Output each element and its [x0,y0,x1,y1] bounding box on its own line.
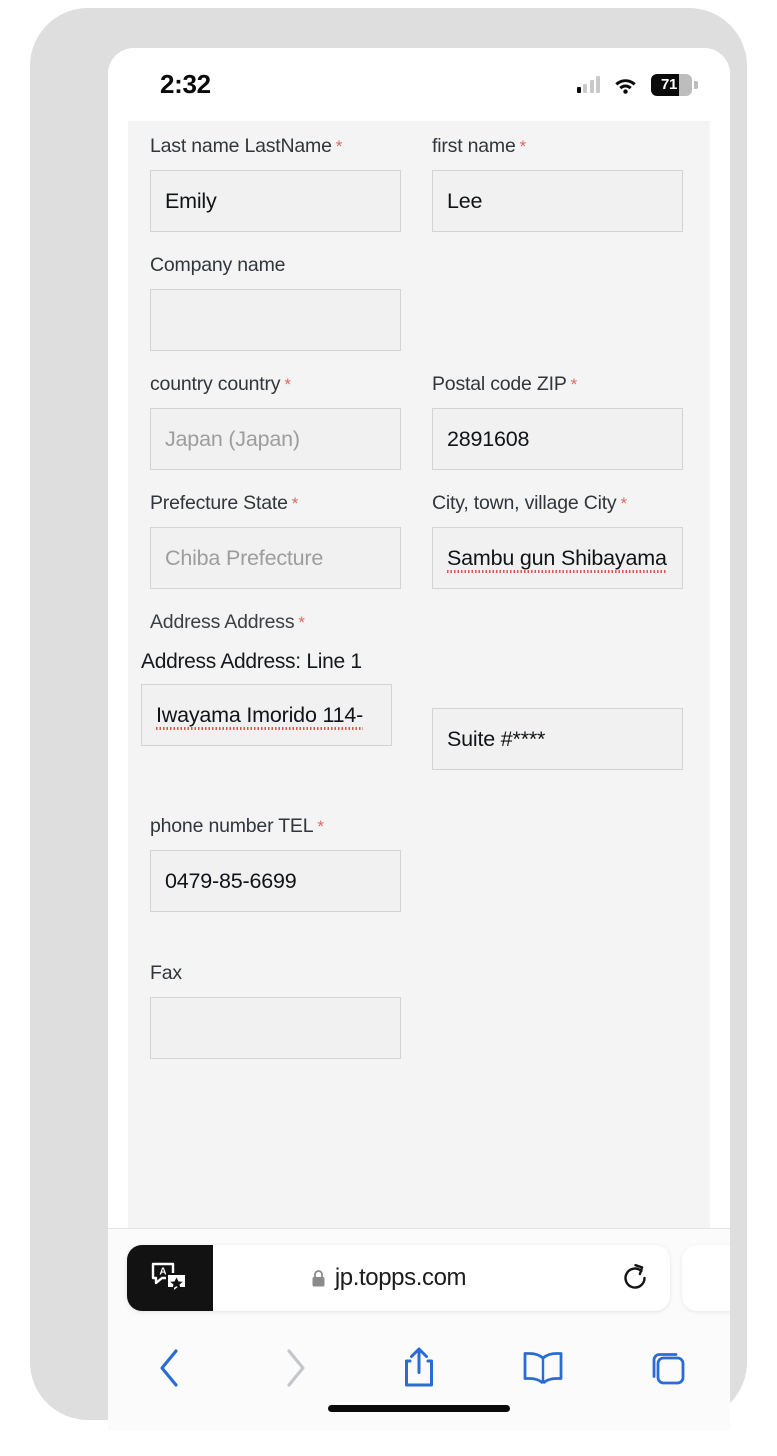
home-indicator [328,1405,510,1412]
translate-icon: A [151,1262,187,1293]
back-button[interactable] [108,1329,232,1407]
field-phone: phone number TEL * 0479-85-6699 [150,815,401,912]
phone-frame: 2:32 71 Last name LastName * Emily first… [30,8,747,1430]
battery-level-text: 71 [661,76,677,93]
browser-toolbar [108,1329,730,1407]
input-company-name[interactable] [150,289,401,351]
address-group: Address Address * Address Address: Line 1… [128,611,710,770]
field-fax: Fax [150,962,401,1059]
required-marker: * [620,494,627,513]
input-postal-code[interactable]: 2891608 [432,408,683,470]
input-last-name[interactable]: Emily [150,170,401,232]
field-city: City, town, village City * Sambu gun Shib… [432,492,683,589]
form-row-company: Company name [128,254,710,373]
address-group-label: Address Address * [150,611,305,633]
reload-icon [624,1264,646,1289]
forward-button[interactable] [232,1329,356,1407]
misspelled-text: Iwayama Imorido 114- [156,702,364,730]
form-row-country-zip: country country * Japan (Japan) Postal co… [128,373,710,492]
tabs-icon [652,1353,685,1385]
input-country[interactable]: Japan (Japan) [150,408,401,470]
required-marker: * [570,375,578,394]
back-chevron-icon [160,1349,178,1387]
wifi-icon [615,78,636,94]
required-marker: * [519,137,527,156]
share-icon [405,1347,434,1387]
field-postal-code: Postal code ZIP * 2891608 [432,373,683,470]
field-label-prefecture: Prefecture State * [150,492,299,514]
field-first-name: first name * Lee [432,135,683,232]
reload-button[interactable] [600,1245,670,1311]
url-text: jp.topps.com [334,1264,467,1291]
phone-screen: 2:32 71 Last name LastName * Emily first… [108,48,730,1430]
lock-icon [312,1269,325,1286]
field-label-city: City, town, village City * [432,492,627,514]
page-viewport[interactable]: Last name LastName * Emily first name * Le… [108,121,730,1228]
field-address-line1: Iwayama Imorido 114- [141,684,392,770]
translate-button[interactable]: A [127,1245,213,1311]
field-label-first-name: first name * [432,135,527,157]
misspelled-text: Sambu gun Shibayama [447,545,667,573]
input-fax[interactable] [150,997,401,1059]
battery-icon: 71 [651,73,698,96]
required-marker: * [317,817,324,836]
field-company-name: Company name [150,254,401,351]
form-row-phone: phone number TEL * 0479-85-6699 [128,815,710,934]
field-label-postal-code: Postal code ZIP * [432,373,578,395]
field-label-phone: phone number TEL * [150,815,324,837]
url-bar-row: A jp.topps.com [108,1245,730,1311]
input-address-line1[interactable]: Iwayama Imorido 114- [141,684,392,746]
form-row-names: Last name LastName * Emily first name * Le… [128,135,710,254]
input-phone[interactable]: 0479-85-6699 [150,850,401,912]
field-last-name: Last name LastName * Emily [150,135,401,232]
input-first-name[interactable]: Lee [432,170,683,232]
svg-text:A: A [159,1267,166,1278]
address-row: Iwayama Imorido 114- Suite #**** [141,684,688,770]
bookmarks-button[interactable] [481,1329,605,1407]
status-bar: 2:32 71 [108,48,730,121]
browser-bar: A jp.topps.com [108,1228,730,1430]
input-city[interactable]: Sambu gun Shibayama [432,527,683,589]
field-label-company-name: Company name [150,254,286,276]
required-marker: * [291,494,299,513]
url-bar[interactable]: A jp.topps.com [127,1245,670,1311]
address-form: Last name LastName * Emily first name * Le… [128,121,710,1228]
share-button[interactable] [357,1329,481,1407]
field-label-country: country country * [150,373,291,395]
book-icon [524,1352,563,1385]
field-label-fax: Fax [150,962,182,984]
status-bar-time: 2:32 [160,69,211,99]
forward-chevron-icon [287,1349,305,1387]
field-label-last-name: Last name LastName * [150,135,343,157]
form-row-prefecture-city: Prefecture State * Chiba Prefecture City,… [128,492,710,611]
field-country: country country * Japan (Japan) [150,373,401,470]
field-address-line2: Suite #**** [432,684,683,770]
address-line1-label: Address Address: Line 1 [141,650,362,673]
input-prefecture[interactable]: Chiba Prefecture [150,527,401,589]
required-marker: * [284,375,291,394]
form-row-fax: Fax [128,962,710,1081]
status-bar-indicators: 71 [576,73,698,96]
input-address-line2[interactable]: Suite #**** [432,708,683,770]
required-marker: * [335,137,343,156]
required-marker: * [298,613,305,632]
tabs-button[interactable] [606,1329,730,1407]
field-prefecture: Prefecture State * Chiba Prefecture [150,492,401,589]
cellular-signal-icon [576,76,600,93]
